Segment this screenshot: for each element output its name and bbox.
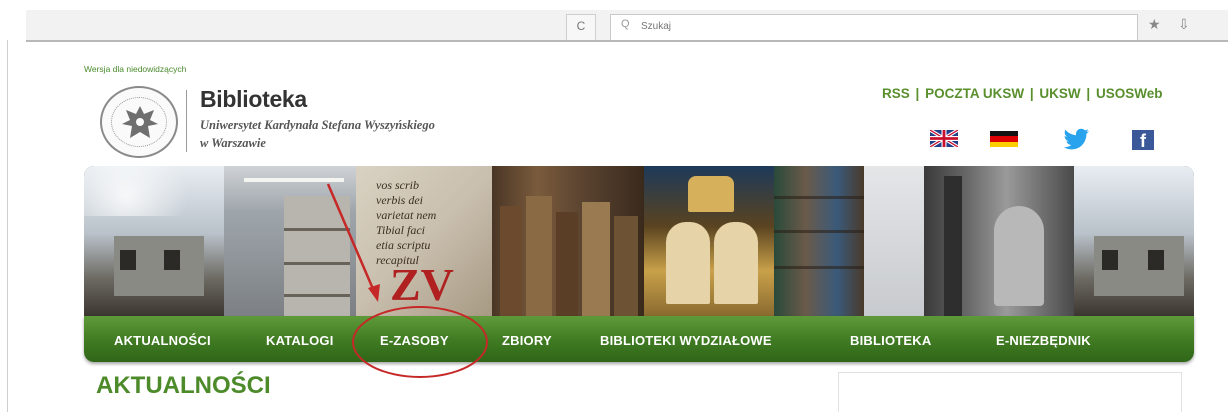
flag-de-icon[interactable] (990, 131, 1018, 147)
site-subtitle-city: w Warszawie (200, 136, 266, 150)
manuscript-initial: ZV (390, 259, 454, 310)
uksw-link[interactable]: UKSW (1039, 86, 1080, 101)
annotation-highlight-ellipse (352, 306, 488, 378)
university-seal-logo[interactable] (100, 86, 178, 158)
search-input[interactable] (641, 18, 1041, 34)
main-navigation: AKTUALNOŚCI KATALOGI E-ZASOBY ZBIORY BIB… (84, 316, 1194, 362)
accessibility-link[interactable]: Wersja dla niedowidzących (84, 64, 186, 74)
facebook-icon[interactable]: f (1132, 130, 1154, 151)
link-separator: | (915, 86, 920, 101)
search-icon: Q (621, 18, 630, 30)
nav-item-aktualnosci[interactable]: AKTUALNOŚCI (114, 333, 211, 348)
nav-item-e-niezbednik[interactable]: E-NIEZBĘDNIK (996, 333, 1091, 348)
link-separator: | (1086, 86, 1091, 101)
header-banner-image: vos scrib verbis dei varietat nem Tibial… (84, 166, 1194, 316)
reload-button[interactable]: C (566, 14, 596, 40)
reload-icon: C (576, 19, 586, 33)
rss-link[interactable]: RSS (882, 86, 910, 101)
banner-panel-bookcase (774, 166, 864, 316)
eagle-emblem-icon (122, 106, 158, 138)
window-border (7, 40, 8, 412)
nav-item-zbiory[interactable]: ZBIORY (502, 333, 552, 348)
search-bar[interactable]: Q (610, 14, 1138, 40)
site-subtitle: Uniwersytet Kardynała Stefana Wyszyńskie… (200, 118, 435, 132)
logo-divider (186, 90, 187, 152)
nav-item-katalogi[interactable]: KATALOGI (266, 333, 334, 348)
twitter-icon[interactable] (1064, 128, 1090, 150)
toolbar-icons: ★ ⇩ (1148, 16, 1208, 36)
download-icon[interactable]: ⇩ (1178, 16, 1190, 33)
banner-panel-sculpture (924, 166, 1074, 316)
browser-chrome (0, 0, 1228, 10)
poczta-link[interactable]: POCZTA UKSW (925, 86, 1024, 101)
annotation-arrow-icon (326, 183, 380, 302)
site-title[interactable]: Biblioteka (200, 86, 307, 113)
banner-panel-snowy-building-2 (1074, 166, 1194, 316)
bookmark-star-icon[interactable]: ★ (1148, 16, 1161, 33)
usosweb-link[interactable]: USOSWeb (1096, 86, 1163, 101)
page-title: AKTUALNOŚCI (96, 372, 271, 399)
flag-uk-icon[interactable] (930, 130, 958, 147)
nav-item-biblioteka[interactable]: BIBLIOTEKA (850, 333, 931, 348)
banner-panel-cabinets (864, 166, 924, 316)
banner-panel-snowy-building (84, 166, 224, 316)
link-separator: | (1029, 86, 1034, 101)
sidebar-box (838, 372, 1182, 412)
top-links: RSS | POCZTA UKSW | UKSW | USOSWeb (882, 86, 1162, 101)
nav-item-biblioteki-wydzialowe[interactable]: BIBLIOTEKI WYDZIAŁOWE (600, 333, 772, 348)
banner-panel-old-books (492, 166, 644, 316)
browser-window: C Q ★ ⇩ Wersja dla niedowidzących Biblio… (0, 0, 1228, 412)
banner-panel-illustration (644, 166, 774, 316)
